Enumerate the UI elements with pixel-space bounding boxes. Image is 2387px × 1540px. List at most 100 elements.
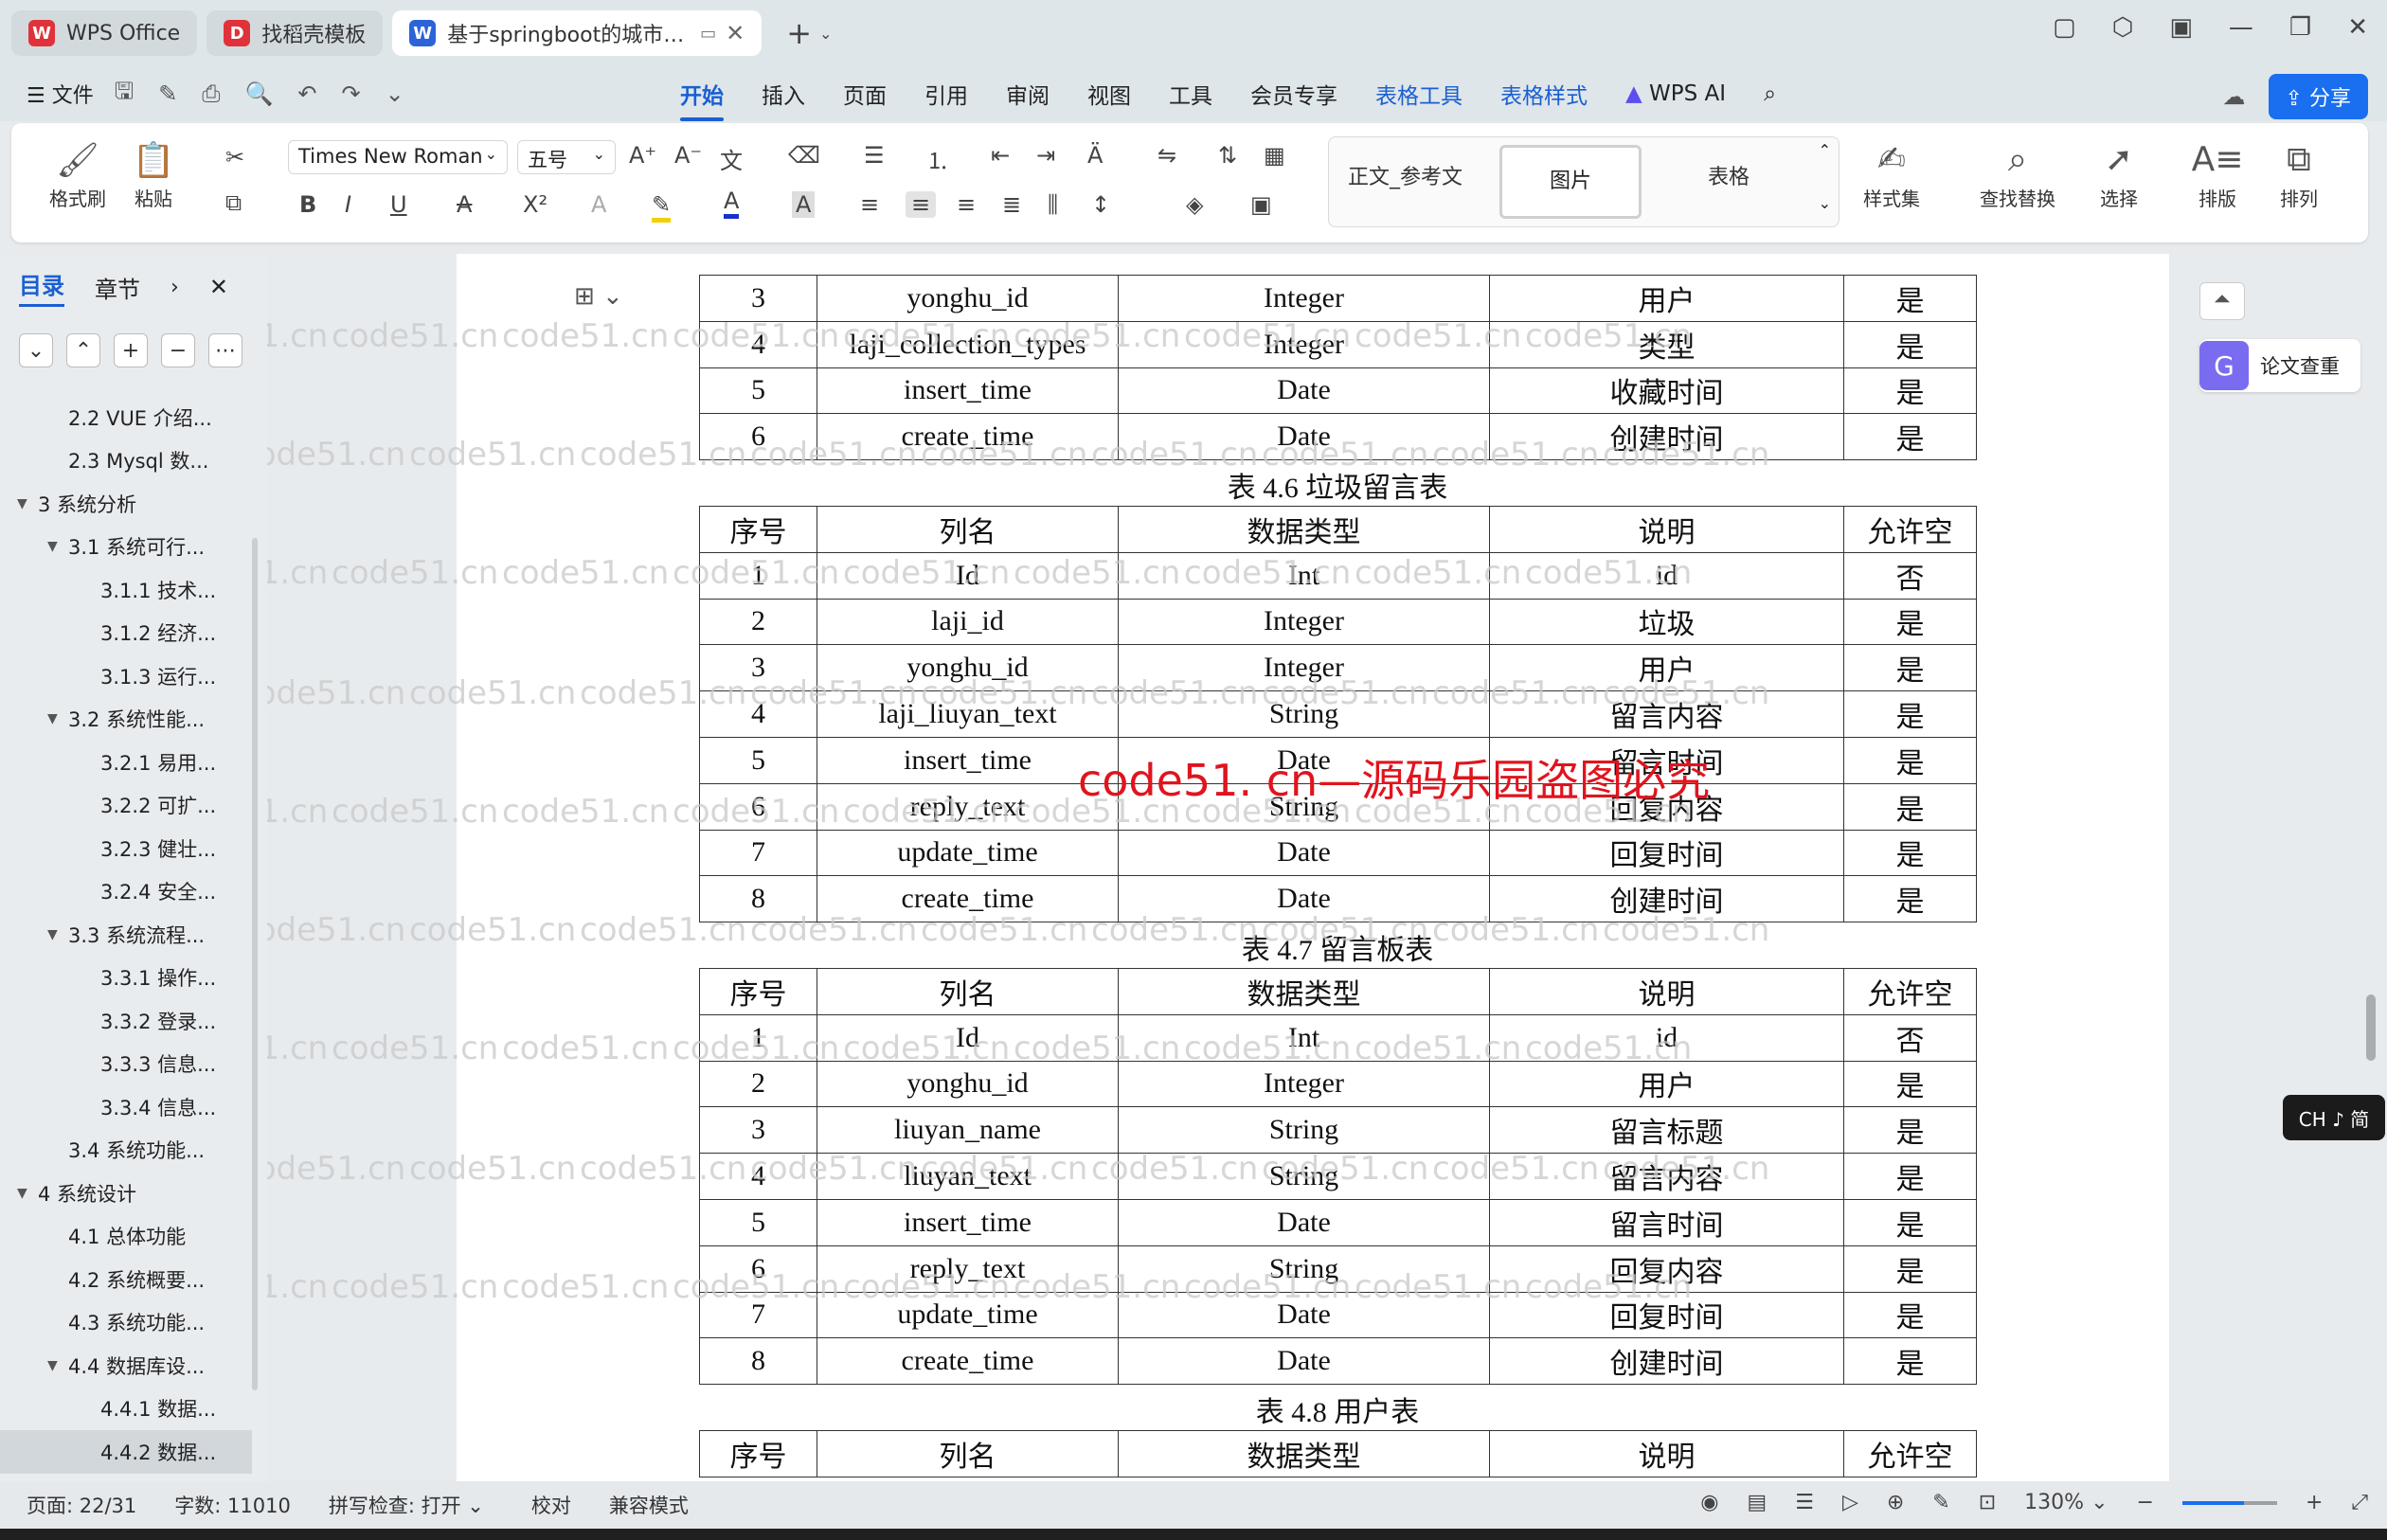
table-header-cell[interactable]: 数据类型 [1118, 506, 1490, 553]
paper-check-button[interactable]: G 论文查重 [2199, 339, 2360, 392]
table-cell[interactable]: 3 [699, 1106, 817, 1155]
tab-document[interactable]: W 基于springboot的城市垃圾分 ▭ ✕ [392, 10, 763, 56]
table-cell[interactable]: Date [1118, 875, 1490, 923]
cut-icon[interactable]: ✂ [225, 144, 244, 170]
table-cell[interactable]: 是 [1843, 644, 1977, 692]
toc-item[interactable]: 4.3 系统功能... [0, 1301, 252, 1345]
table-cell[interactable]: update_time [817, 829, 1119, 877]
table-cell[interactable]: 是 [1843, 320, 1977, 368]
table-cell[interactable]: Date [1118, 1337, 1490, 1386]
table-cell[interactable]: reply_text [817, 782, 1119, 831]
font-select[interactable]: Times New Roman ⌄ [288, 140, 508, 174]
table-cell[interactable]: 留言内容 [1489, 1153, 1844, 1200]
toc-item[interactable]: 3.3.3 信息... [0, 1043, 252, 1086]
table-cell[interactable]: Date [1118, 1291, 1490, 1339]
tab-member[interactable]: 会员专享 [1250, 78, 1337, 110]
fullscreen-icon[interactable]: ⤢ [2351, 1491, 2368, 1514]
table-cell[interactable]: update_time [817, 1291, 1119, 1339]
table-cell[interactable]: 是 [1843, 367, 1977, 415]
table-header-cell[interactable]: 允许空 [1843, 1430, 1977, 1477]
tab-page[interactable]: 页面 [843, 78, 887, 110]
toc-item[interactable]: 4.1 总体功能 [0, 1215, 252, 1259]
table-cell[interactable]: 回复时间 [1489, 1291, 1844, 1339]
toc-item[interactable]: 2.3 Mysql 数... [0, 439, 252, 483]
spell-check[interactable]: 拼写检查: 打开 ⌄ [329, 1491, 484, 1519]
table-cell[interactable]: 6 [699, 1245, 817, 1293]
shading-icon[interactable]: ◈ [1186, 191, 1203, 218]
tab-toc[interactable]: 目录 [19, 267, 64, 307]
table-cell[interactable]: 3 [699, 644, 817, 692]
align-center-icon[interactable]: ≡ [906, 191, 937, 218]
decrease-indent-icon[interactable]: ⇤ [991, 142, 1010, 169]
chevron-right-icon[interactable]: › [170, 276, 179, 299]
table-cell[interactable]: 7 [699, 829, 817, 877]
table-cell[interactable]: 8 [699, 875, 817, 923]
text-direction-icon[interactable]: Ä [1087, 142, 1103, 169]
table-cell[interactable]: Integer [1118, 598, 1490, 646]
outline-view-icon[interactable]: ☰ [1795, 1491, 1814, 1514]
zoom-value[interactable]: 130% ⌄ [2024, 1491, 2108, 1514]
table-cell[interactable]: 回复内容 [1489, 1245, 1844, 1293]
toc-item[interactable]: 3.1.3 运行... [0, 654, 252, 698]
close-icon[interactable]: ✕ [209, 274, 228, 300]
table-cell[interactable]: 5 [699, 1198, 817, 1246]
document-scrollbar[interactable] [2366, 994, 2376, 1061]
line-spacing-icon[interactable]: ↕ [1091, 191, 1110, 218]
ime-indicator[interactable]: CH ♪ 简 [2283, 1095, 2385, 1140]
table-cell[interactable]: 是 [1843, 875, 1977, 923]
chevron-down-icon[interactable]: ⌄ [19, 333, 53, 367]
table-cell[interactable]: 是 [1843, 1153, 1977, 1200]
compat-mode[interactable]: 兼容模式 [609, 1491, 689, 1519]
align-left-icon[interactable]: ≡ [860, 191, 879, 218]
table-cell[interactable]: 是 [1843, 598, 1977, 646]
tab-table-style[interactable]: 表格样式 [1500, 78, 1588, 110]
cube-icon[interactable]: ⬡ [2112, 13, 2134, 42]
table-cell[interactable]: 用户 [1489, 275, 1844, 322]
table-cell[interactable]: 4 [699, 320, 817, 368]
close-window-icon[interactable]: ✕ [2347, 13, 2368, 42]
expand-arrow-icon[interactable]: ▼ [47, 1358, 64, 1373]
toc-item[interactable]: 4.4.2 数据... [0, 1430, 252, 1474]
chevron-down-icon[interactable]: ⌄ [1819, 194, 1831, 212]
table-cell[interactable]: 5 [699, 736, 817, 784]
table-cell[interactable]: 3 [699, 275, 817, 322]
tab-docer[interactable]: D 找稻壳模板 [206, 10, 384, 56]
chevron-up-icon[interactable]: ⌃ [1819, 141, 1831, 159]
collapse-icon[interactable]: ⏶ [2199, 282, 2245, 320]
shrink-font-icon[interactable]: A⁻ [674, 142, 702, 169]
toc-item[interactable]: 3.2.3 健壮... [0, 827, 252, 870]
page-view-icon[interactable]: ▤ [1747, 1491, 1767, 1514]
pen-icon[interactable]: ✎ [158, 81, 177, 107]
arrange-button[interactable]: ⧉ 排列 [2256, 140, 2342, 211]
zoom-in-icon[interactable]: + [2306, 1491, 2323, 1514]
chevron-down-icon[interactable]: ⌄ [386, 81, 404, 107]
italic-icon[interactable]: I [345, 191, 351, 218]
toc-item[interactable]: 4.4.1 数据... [0, 1388, 252, 1431]
tab-tools[interactable]: 工具 [1169, 78, 1212, 110]
toc-item[interactable]: 3.3.2 登录... [0, 999, 252, 1043]
toc-item[interactable]: 3.3.4 信息... [0, 1085, 252, 1129]
minimize-icon[interactable]: — [2229, 13, 2253, 42]
table-header-cell[interactable]: 数据类型 [1118, 968, 1490, 1015]
highlight-icon[interactable]: ✎ [652, 191, 672, 223]
table-cell[interactable]: laji_liuyan_text [817, 690, 1119, 738]
superscript-icon[interactable]: X² [523, 191, 547, 218]
table-header-cell[interactable]: 列名 [817, 968, 1119, 1015]
new-tab-icon[interactable]: + [786, 15, 812, 51]
expand-arrow-icon[interactable]: ▼ [47, 539, 64, 554]
share-button[interactable]: ⇪ 分享 [2268, 74, 2368, 119]
style-set-button[interactable]: ✍ 样式集 [1840, 140, 1944, 211]
table-cell[interactable]: id [1489, 1013, 1844, 1062]
table-cell[interactable]: 是 [1843, 413, 1977, 461]
copy-icon[interactable]: ⧉ [225, 189, 242, 216]
table-cell[interactable]: insert_time [817, 736, 1119, 784]
style-picture[interactable]: 图片 [1499, 145, 1642, 219]
table-cell[interactable]: 4 [699, 1153, 817, 1200]
table-cell[interactable]: Date [1118, 1198, 1490, 1246]
tab-view[interactable]: 视图 [1087, 78, 1131, 110]
table-cell[interactable]: 是 [1843, 736, 1977, 784]
toc-item[interactable]: ▼ 3 系统分析 [0, 482, 252, 526]
table-cell[interactable]: 是 [1843, 275, 1977, 322]
table-cell[interactable]: Date [1118, 413, 1490, 461]
distribute-icon[interactable]: ⫼ [1048, 191, 1058, 218]
